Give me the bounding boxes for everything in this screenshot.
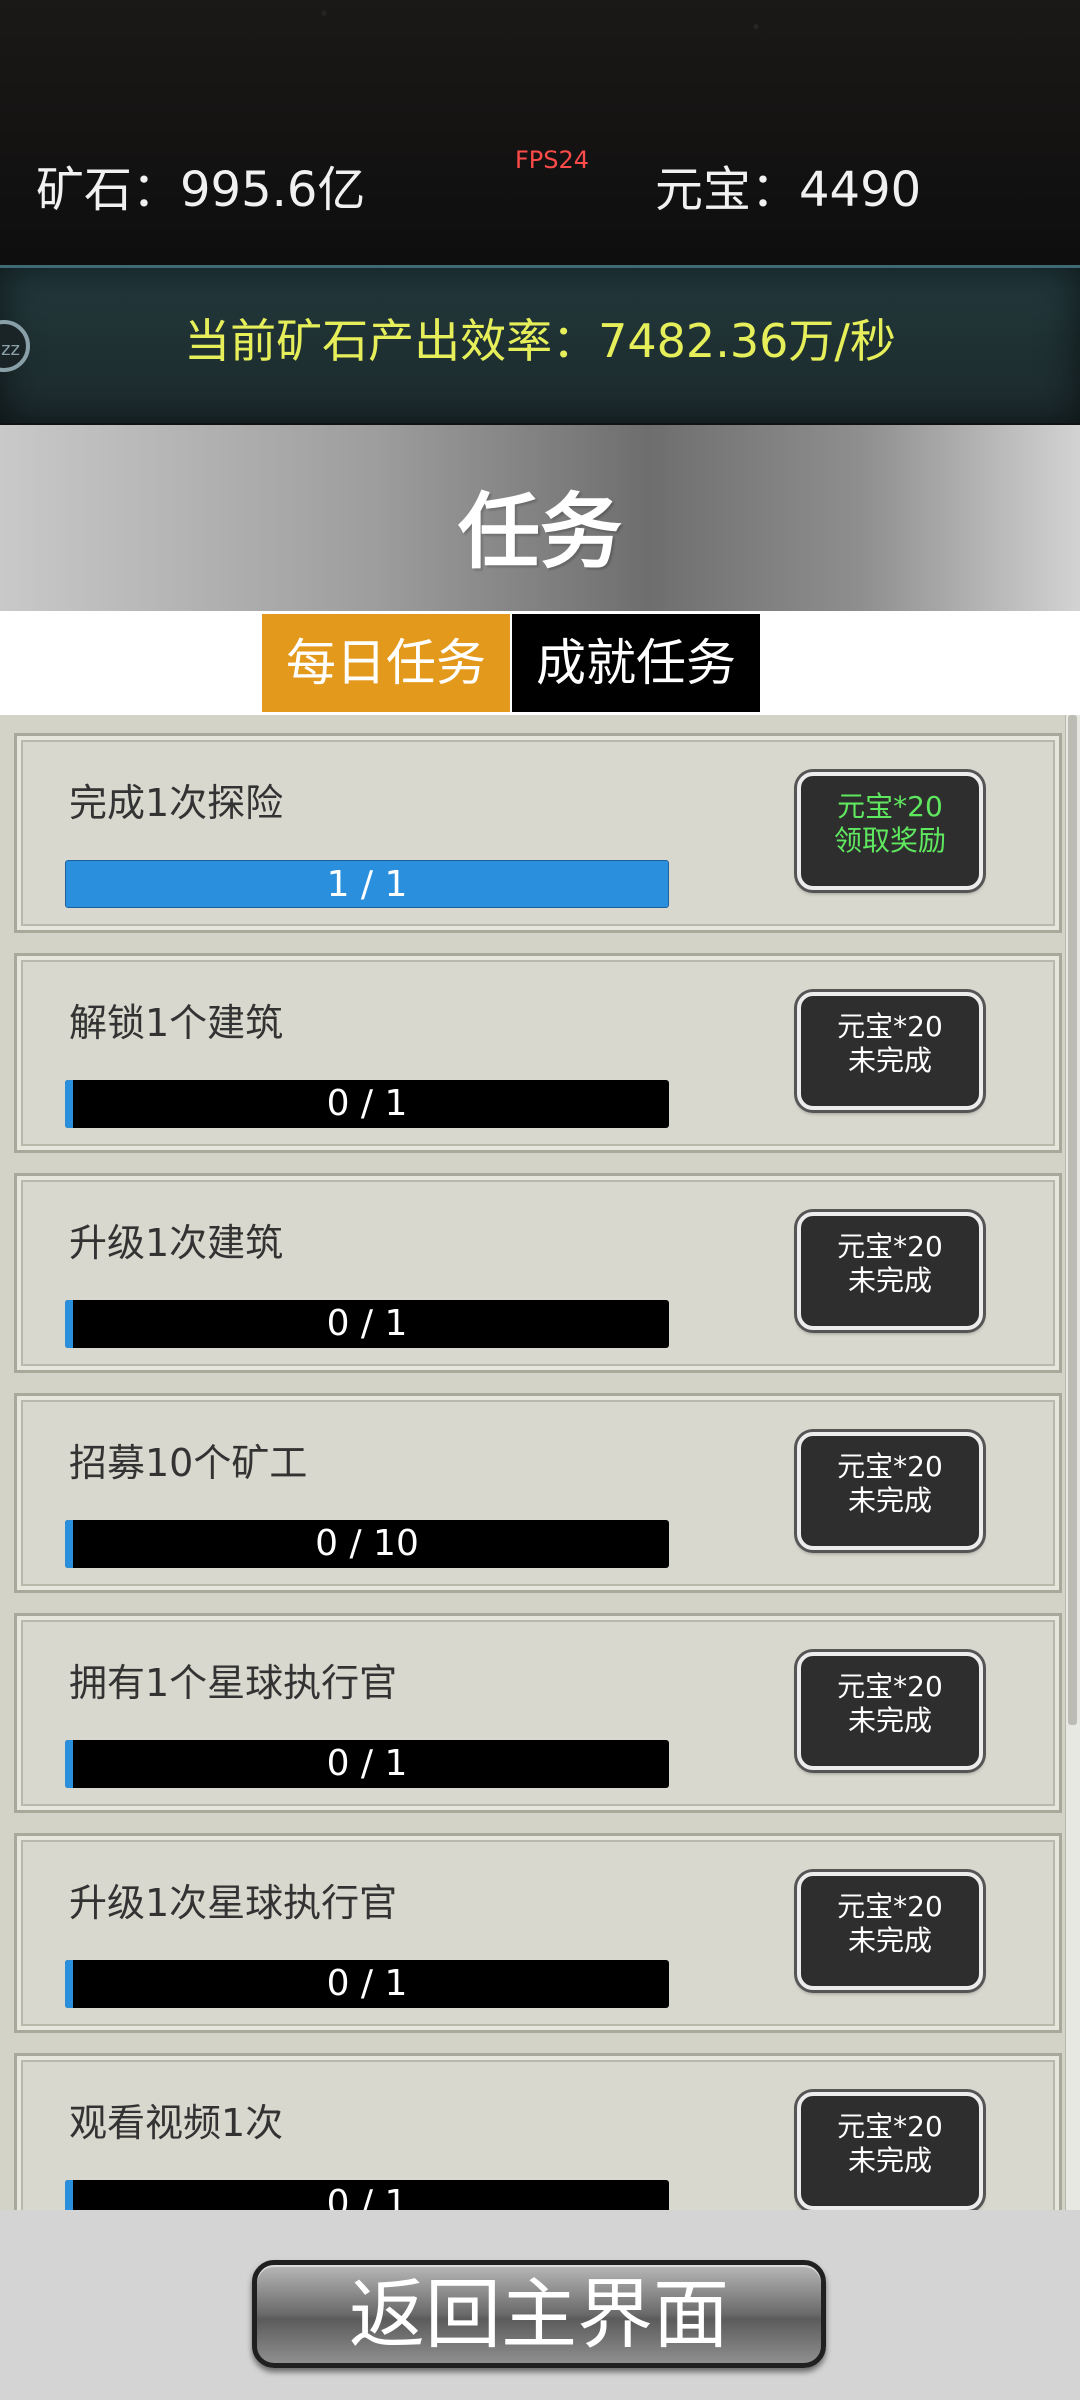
progress-text: 0 / 1	[326, 1083, 408, 1124]
reward-amount: 元宝*20	[837, 1670, 943, 1703]
reward-status: 未完成	[847, 1484, 932, 1517]
progress-text: 0 / 1	[326, 2183, 408, 2210]
task-progress-bar: 0 / 10	[65, 1520, 669, 1568]
claim-reward-button[interactable]: 元宝*20 领取奖励	[797, 772, 983, 890]
task-tabs: 每日任务 成就任务	[0, 611, 1080, 715]
progress-text: 0 / 1	[326, 1303, 408, 1344]
reward-status: 未完成	[847, 1924, 932, 1957]
progress-text: 1 / 1	[326, 864, 408, 905]
reward-button[interactable]: 元宝*20 未完成	[797, 1652, 983, 1770]
scrollbar-thumb[interactable]	[1068, 715, 1077, 1725]
progress-text: 0 / 1	[326, 1963, 408, 2004]
progress-text: 0 / 1	[326, 1743, 408, 1784]
task-progress-bar: 0 / 1	[65, 1080, 669, 1128]
reward-status: 未完成	[847, 1704, 932, 1737]
reward-amount: 元宝*20	[837, 1450, 943, 1483]
reward-button[interactable]: 元宝*20 未完成	[797, 992, 983, 1110]
task-list[interactable]: 完成1次探险 1 / 1 元宝*20 领取奖励 解锁1个建筑 0 / 1 元宝*…	[0, 715, 1080, 2210]
gold-counter: 元宝：4490	[655, 162, 922, 218]
reward-status: 未完成	[847, 1264, 932, 1297]
reward-amount: 元宝*20	[837, 1230, 943, 1263]
reward-status: 领取奖励	[833, 824, 946, 857]
production-rate-text: 当前矿石产出效率：7482.36万/秒	[184, 314, 896, 368]
ore-counter: 矿石：995.6亿	[36, 162, 366, 218]
task-panel-header: 任务	[0, 425, 1080, 611]
task-progress-bar: 0 / 1	[65, 2180, 669, 2210]
task-name: 观看视频1次	[69, 2101, 284, 2145]
reward-amount: 元宝*20	[837, 790, 943, 823]
task-progress-bar: 1 / 1	[65, 860, 669, 908]
task-name: 完成1次探险	[69, 781, 284, 825]
reward-button[interactable]: 元宝*20 未完成	[797, 1432, 983, 1550]
task-item: 拥有1个星球执行官 0 / 1 元宝*20 未完成	[14, 1613, 1062, 1813]
task-item: 解锁1个建筑 0 / 1 元宝*20 未完成	[14, 953, 1062, 1153]
reward-button[interactable]: 元宝*20 未完成	[797, 2092, 983, 2210]
task-list-scrollbar[interactable]	[1065, 715, 1080, 2210]
task-name: 升级1次星球执行官	[69, 1881, 398, 1925]
fps-counter: FPS24	[515, 146, 590, 174]
reward-button[interactable]: 元宝*20 未完成	[797, 1872, 983, 1990]
task-item: 升级1次建筑 0 / 1 元宝*20 未完成	[14, 1173, 1062, 1373]
tab-achievement-tasks[interactable]: 成就任务	[512, 614, 760, 712]
reward-amount: 元宝*20	[837, 1010, 943, 1043]
task-progress-bar: 0 / 1	[65, 1740, 669, 1788]
task-item: 观看视频1次 0 / 1 元宝*20 未完成	[14, 2053, 1062, 2210]
progress-text: 0 / 10	[315, 1523, 419, 1564]
panel-title: 任务	[457, 485, 622, 580]
reward-status: 未完成	[847, 2144, 932, 2177]
bottom-bar: 返回主界面	[0, 2210, 1080, 2400]
task-item: 升级1次星球执行官 0 / 1 元宝*20 未完成	[14, 1833, 1062, 2033]
top-status-area	[0, 0, 1080, 265]
reward-amount: 元宝*20	[837, 1890, 943, 1923]
task-progress-bar: 0 / 1	[65, 1300, 669, 1348]
reward-amount: 元宝*20	[837, 2110, 943, 2143]
tab-daily-tasks[interactable]: 每日任务	[262, 614, 510, 712]
task-name: 解锁1个建筑	[69, 1001, 284, 1045]
task-name: 招募10个矿工	[69, 1441, 308, 1485]
return-main-button[interactable]: 返回主界面	[252, 2260, 826, 2368]
task-item: 招募10个矿工 0 / 10 元宝*20 未完成	[14, 1393, 1062, 1593]
task-name: 拥有1个星球执行官	[69, 1661, 398, 1705]
task-name: 升级1次建筑	[69, 1221, 284, 1265]
reward-button[interactable]: 元宝*20 未完成	[797, 1212, 983, 1330]
reward-status: 未完成	[847, 1044, 932, 1077]
task-item: 完成1次探险 1 / 1 元宝*20 领取奖励	[14, 733, 1062, 933]
task-progress-bar: 0 / 1	[65, 1960, 669, 2008]
